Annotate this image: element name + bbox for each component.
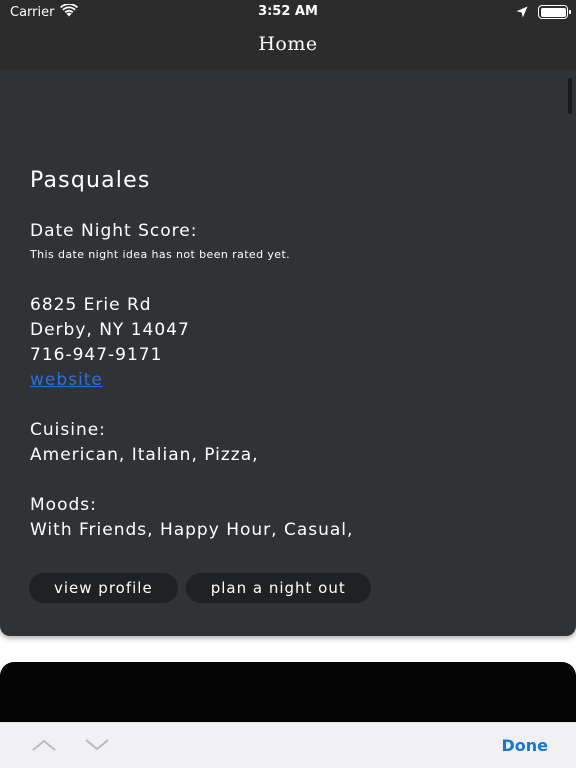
chevron-up-icon bbox=[31, 737, 57, 756]
next-field-button[interactable] bbox=[83, 733, 111, 759]
moods-value: With Friends, Happy Hour, Casual, bbox=[30, 520, 354, 540]
location-arrow-icon bbox=[516, 3, 528, 22]
status-time: 3:52 AM bbox=[258, 4, 318, 19]
action-buttons: view profile plan a night out bbox=[29, 573, 371, 603]
header: Carrier 3:52 AM Home bbox=[0, 0, 576, 70]
restaurant-name: Pasquales bbox=[30, 168, 151, 193]
website-link[interactable]: website bbox=[30, 368, 556, 393]
cuisine-label: Cuisine: bbox=[30, 420, 106, 440]
chevron-down-icon bbox=[84, 737, 110, 756]
address-city: Derby, NY 14047 bbox=[30, 320, 190, 340]
card-details: Pasquales Date Night Score: This date ni… bbox=[30, 166, 556, 543]
phone-number[interactable]: 716-947-9171 bbox=[30, 343, 556, 368]
score-text: This date night idea has not been rated … bbox=[30, 248, 291, 261]
nav-title: Home bbox=[258, 33, 318, 55]
moods-label: Moods: bbox=[30, 495, 97, 515]
restaurant-card: Pasquales Date Night Score: This date ni… bbox=[0, 70, 576, 636]
score-heading: Date Night Score: bbox=[30, 221, 198, 241]
view-profile-button[interactable]: view profile bbox=[29, 573, 178, 603]
address-block: 6825 Erie Rd Derby, NY 14047 716-947-917… bbox=[30, 293, 556, 393]
app-screen: Carrier 3:52 AM Home Pasquales Date Nigh… bbox=[0, 0, 576, 768]
scroll-indicator[interactable] bbox=[568, 78, 572, 114]
battery-icon bbox=[538, 5, 571, 19]
plan-night-button[interactable]: plan a night out bbox=[185, 573, 371, 603]
address-street: 6825 Erie Rd bbox=[30, 295, 152, 315]
content-scroll[interactable]: Pasquales Date Night Score: This date ni… bbox=[0, 70, 576, 722]
keyboard-toolbar: Done bbox=[0, 722, 576, 768]
cuisine-value: American, Italian, Pizza, bbox=[30, 445, 259, 465]
status-right-icons bbox=[516, 3, 571, 22]
next-card[interactable] bbox=[0, 662, 576, 722]
previous-field-button[interactable] bbox=[30, 733, 58, 759]
done-button[interactable]: Done bbox=[501, 735, 548, 757]
battery-level bbox=[540, 7, 566, 17]
